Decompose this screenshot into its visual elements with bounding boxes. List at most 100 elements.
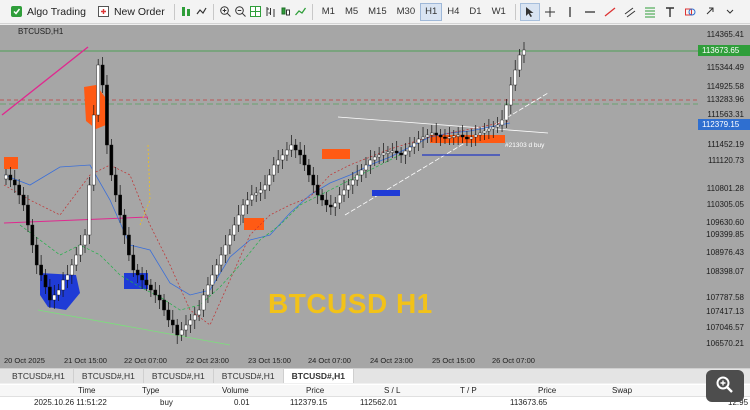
demand-zone-2[interactable]: [124, 273, 148, 289]
price-label: 109630.60: [706, 218, 744, 227]
new-order-button[interactable]: New Order: [91, 2, 170, 22]
time-axis[interactable]: 20 Oct 2025 21 Oct 15:00 22 Oct 07:00 22…: [0, 355, 750, 368]
candle-body: [285, 149, 289, 156]
candle-body: [122, 214, 127, 236]
demand-zone-3[interactable]: [372, 190, 400, 196]
candle-body: [504, 104, 509, 121]
timeframe-m5[interactable]: M5: [340, 3, 363, 21]
timeframe-m30[interactable]: M30: [392, 3, 420, 21]
shapes-icon[interactable]: [680, 3, 700, 21]
candle-body: [482, 130, 487, 134]
cursor-icon[interactable]: [519, 2, 540, 21]
zoom-out-icon[interactable]: [233, 4, 248, 19]
indicator-line-yellow[interactable]: [139, 144, 151, 226]
chart-tab-active[interactable]: BTCUSD#,H1: [283, 369, 354, 383]
candle-body: [434, 132, 439, 136]
timeframe-w1[interactable]: W1: [487, 3, 511, 21]
price-label: 109399.85: [706, 230, 744, 239]
candle-body: [509, 84, 513, 106]
tile-windows-icon[interactable]: [248, 4, 263, 19]
collapse-icon[interactable]: [720, 3, 740, 21]
col-tp[interactable]: T / P: [460, 386, 477, 395]
magnifier-button[interactable]: [706, 370, 744, 402]
price-label: 115344.49: [706, 63, 744, 72]
expand-icon[interactable]: [700, 3, 720, 21]
fibonacci-icon[interactable]: [640, 3, 660, 21]
pink-support-line[interactable]: [3, 216, 149, 224]
candle-body: [394, 150, 399, 154]
horizontal-line-icon[interactable]: [580, 3, 600, 21]
col-volume[interactable]: Volume: [222, 386, 249, 395]
candle-body: [491, 126, 496, 130]
col-price[interactable]: Price: [306, 386, 324, 395]
candlestick-series[interactable]: [4, 42, 526, 344]
indicator-line-blue[interactable]: [3, 122, 511, 296]
line-chart-icon[interactable]: [293, 4, 308, 19]
candle-body: [201, 294, 206, 311]
candle-body: [447, 136, 452, 139]
candle-body: [438, 134, 443, 138]
chart-tab[interactable]: BTCUSD#,H1: [214, 369, 284, 383]
depth-of-market-icon[interactable]: [179, 4, 194, 19]
magenta-trendline[interactable]: [1, 46, 89, 116]
supply-zone-3[interactable]: [322, 149, 350, 159]
candle-body: [144, 279, 149, 286]
supply-zone-2[interactable]: [4, 157, 18, 169]
candle-body: [175, 324, 180, 336]
channel-line-upper[interactable]: [344, 92, 549, 216]
price-label: 107787.58: [706, 293, 744, 302]
candle-body: [21, 194, 26, 206]
candle-body: [188, 319, 193, 326]
bid-price-tag: 113673.65: [698, 45, 750, 56]
candle-body: [197, 309, 201, 316]
bar-chart-icon[interactable]: [263, 4, 278, 19]
candle-body: [210, 274, 215, 286]
candle-body: [390, 150, 395, 153]
col-sl[interactable]: S / L: [384, 386, 400, 395]
col-price2[interactable]: Price: [538, 386, 556, 395]
green-trendline[interactable]: [37, 309, 231, 346]
equidistant-channel-icon[interactable]: [620, 3, 640, 21]
candle-body: [355, 174, 359, 181]
price-label: 111120.73: [707, 156, 744, 165]
col-type[interactable]: Type: [142, 386, 159, 395]
zoom-in-icon[interactable]: [218, 4, 233, 19]
channel-line-lower[interactable]: [337, 116, 549, 134]
timeframe-m1[interactable]: M1: [317, 3, 340, 21]
timeframe-m15[interactable]: M15: [363, 3, 391, 21]
text-icon[interactable]: [660, 3, 680, 21]
trade-row[interactable]: 2025.10.26 11:51:22 buy 0.01 112379.15 1…: [0, 397, 750, 409]
algo-trading-button[interactable]: Algo Trading: [4, 2, 91, 22]
vertical-line-icon[interactable]: [560, 3, 580, 21]
candle-body: [522, 49, 526, 56]
chart-symbol-label: BTCUSD,H1: [18, 27, 64, 36]
price-chart[interactable]: #21303 d buy BTCUSD,H1 BTCUSD H1 114365.…: [0, 25, 750, 368]
signals-icon[interactable]: [194, 4, 209, 19]
price-label: 111452.19: [707, 140, 744, 149]
timeframe-h4[interactable]: H4: [442, 3, 464, 21]
col-swap[interactable]: Swap: [612, 386, 632, 395]
trendline-icon[interactable]: [600, 3, 620, 21]
col-time[interactable]: Time: [78, 386, 95, 395]
time-label: 23 Oct 15:00: [248, 356, 291, 365]
timeframe-h1[interactable]: H1: [420, 2, 443, 21]
candle-body: [315, 184, 320, 196]
candle-body: [293, 144, 298, 151]
crosshair-icon[interactable]: [540, 3, 560, 21]
candle-body: [329, 204, 333, 208]
trade-line-label[interactable]: #21303 d buy: [505, 142, 545, 149]
candle-body: [78, 244, 83, 256]
candle-body: [500, 119, 504, 126]
chart-tab[interactable]: BTCUSD#,H1: [74, 369, 144, 383]
candle-body: [368, 159, 373, 166]
chart-tab[interactable]: BTCUSD#,H1: [144, 369, 214, 383]
candle-body: [267, 174, 272, 186]
candle-body: [469, 136, 474, 140]
chart-tab[interactable]: BTCUSD#,H1: [4, 369, 74, 383]
timeframe-d1[interactable]: D1: [464, 3, 486, 21]
price-label: 114925.58: [706, 82, 744, 91]
toolbar-separator: [311, 3, 313, 20]
candles-icon[interactable]: [278, 4, 293, 19]
candle-body: [171, 319, 175, 326]
price-axis[interactable]: 114365.41 115344.49 114925.58 113283.96 …: [698, 25, 750, 355]
